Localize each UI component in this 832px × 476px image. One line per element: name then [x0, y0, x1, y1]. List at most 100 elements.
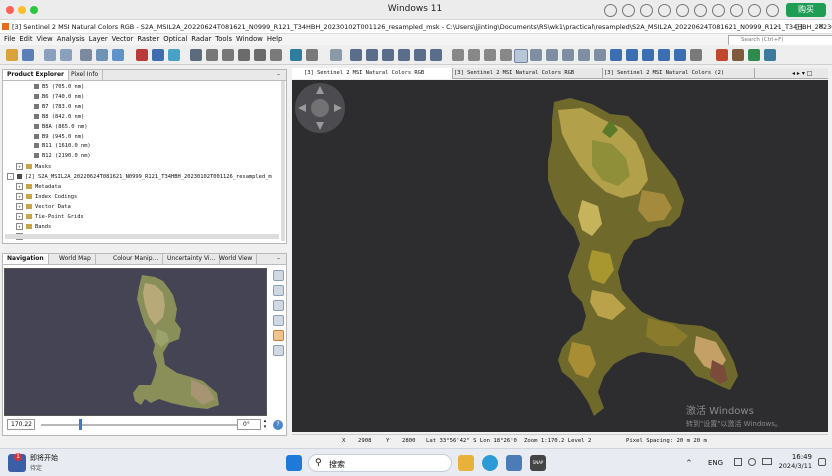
volume-icon[interactable] [748, 458, 756, 466]
tab-world-map[interactable]: World Map [55, 254, 96, 264]
tree-band-item[interactable]: B9 (945.0 nm) [34, 133, 84, 140]
tab-pixel-info[interactable]: Pixel Info [67, 70, 104, 80]
draw-line-icon[interactable] [578, 49, 590, 61]
snap-app-icon[interactable]: SNAP [530, 455, 546, 471]
menu-radar[interactable]: Radar [191, 34, 211, 45]
sync-views-icon[interactable] [748, 49, 760, 61]
rotation-field[interactable]: 0° [237, 419, 261, 430]
zoom-out-icon[interactable] [273, 285, 284, 296]
tree-hscrollbar[interactable] [5, 234, 279, 239]
sync-navigation-icon[interactable] [273, 330, 284, 341]
expand-toggle-icon[interactable]: + [16, 183, 23, 190]
snapshot-icon[interactable] [604, 4, 617, 17]
draw-ellipse-icon[interactable] [626, 49, 638, 61]
tab-image-view-1[interactable]: [3] Sentinel 2 MSI Natural Colors RGB [292, 68, 453, 79]
expand-toggle-icon[interactable]: + [16, 192, 23, 200]
expand-toggle-icon[interactable]: + [16, 222, 23, 230]
battery-icon[interactable] [762, 458, 772, 465]
mask-manager-icon[interactable] [270, 49, 282, 61]
scan-icon[interactable] [748, 4, 761, 17]
zoom-slider-track[interactable] [41, 424, 237, 426]
tree-product-item[interactable]: - [2] S2A_MSIL2A_20220624T081621_N0999_R1… [7, 173, 272, 181]
scatter-plot-icon[interactable] [222, 49, 234, 61]
zoom-pixel-icon[interactable] [273, 300, 284, 311]
draw-polygon-icon[interactable] [642, 49, 654, 61]
tree-folder-item[interactable]: + Vector Data [16, 202, 71, 210]
minimize-dot-icon[interactable] [18, 6, 26, 14]
pin-placing-icon[interactable] [546, 49, 558, 61]
expand-toggle-icon[interactable]: + [16, 163, 23, 171]
insert-vertex-icon[interactable] [658, 49, 670, 61]
windows-start-icon[interactable] [286, 455, 302, 471]
overview-icon[interactable] [732, 49, 744, 61]
tree-band-item[interactable]: B8A (865.0 nm) [34, 123, 87, 130]
star-tool-icon[interactable] [716, 49, 728, 61]
expand-toggle-icon[interactable]: - [7, 173, 14, 181]
world-map-icon[interactable] [290, 49, 302, 61]
maximize-button[interactable]: □ [788, 20, 810, 33]
pan-tool-icon[interactable] [514, 49, 528, 63]
menu-edit[interactable]: Edit [19, 34, 32, 45]
menu-help[interactable]: Help [267, 34, 283, 45]
tree-folder-item[interactable]: + Tie-Point Grids [16, 212, 84, 220]
network-icon[interactable] [734, 458, 742, 466]
menu-file[interactable]: File [4, 34, 15, 45]
pin-tool-icon[interactable] [398, 49, 410, 61]
help-icon[interactable]: ? [273, 420, 283, 430]
select-tool-icon[interactable] [330, 49, 342, 61]
navigation-overview-canvas[interactable] [4, 268, 267, 416]
polyline-tool-icon[interactable] [468, 49, 480, 61]
clock-time[interactable]: 16:49 [784, 453, 812, 461]
tab-world-view[interactable]: World View [215, 254, 258, 264]
time-series-icon[interactable] [152, 49, 164, 61]
zoom-slider-thumb[interactable] [79, 419, 83, 430]
notification-center-icon[interactable] [818, 458, 826, 466]
tree-folder-item[interactable]: + Metadata [16, 183, 61, 190]
menu-view[interactable]: View [37, 34, 53, 45]
tray-chevron-icon[interactable]: ^ [686, 459, 692, 467]
tree-folder-item[interactable]: + Bands [16, 222, 51, 230]
menu-analysis[interactable]: Analysis [57, 34, 85, 45]
menu-raster[interactable]: Raster [137, 34, 159, 45]
menu-tools[interactable]: Tools [215, 34, 232, 45]
graph-icon[interactable] [382, 49, 394, 61]
share-icon[interactable] [676, 4, 689, 17]
gcp-manager-icon[interactable] [112, 49, 124, 61]
draw-polyline-icon[interactable] [594, 49, 606, 61]
open-product-icon[interactable] [6, 49, 18, 61]
tab-scroll-icon[interactable]: ◂ ▸ ▾ □ [792, 68, 812, 79]
zoom-tool-icon[interactable] [530, 49, 542, 61]
band-maths-icon[interactable] [136, 49, 148, 61]
lock-icon[interactable] [730, 4, 743, 17]
vector-tool-icon[interactable] [350, 49, 362, 61]
save-icon[interactable] [22, 49, 34, 61]
tree-band-item[interactable]: B8 (842.0 nm) [34, 113, 84, 120]
menu-window[interactable]: Window [236, 34, 263, 45]
nav-minimize-icon[interactable]: – [277, 254, 280, 264]
undo-icon[interactable] [44, 49, 56, 61]
settings-icon[interactable] [640, 4, 653, 17]
ellipse-tool-icon[interactable] [500, 49, 512, 61]
language-indicator[interactable]: ENG [708, 459, 723, 467]
zoom-factor-field[interactable]: 170.22 [7, 419, 35, 430]
minimize-button[interactable]: – [766, 20, 788, 33]
close-dot-icon[interactable] [6, 6, 14, 14]
tree-folder-item[interactable]: + Index Codings [16, 192, 77, 200]
buy-button[interactable]: 购买 [786, 3, 826, 17]
tree-band-item[interactable]: B12 (2190.0 nm) [34, 153, 91, 159]
camera-icon[interactable] [622, 4, 635, 17]
file-explorer-icon[interactable] [458, 455, 474, 471]
start-widget-text[interactable]: 即将开始 [30, 453, 58, 463]
line-tool-icon[interactable] [452, 49, 464, 61]
zoom-all-icon[interactable] [273, 315, 284, 326]
layer-editor-icon[interactable] [80, 49, 92, 61]
profile-plot-icon[interactable] [238, 49, 250, 61]
sync-cursor-nav-icon[interactable] [273, 345, 284, 356]
draw-rectangle-icon[interactable] [610, 49, 622, 61]
wind-icon[interactable] [306, 49, 318, 61]
gcp-placing-icon[interactable] [562, 49, 574, 61]
magic-wand-icon[interactable] [430, 49, 442, 61]
statistics-icon[interactable] [254, 49, 266, 61]
expand-toggle-icon[interactable]: + [16, 212, 23, 220]
menu-vector[interactable]: Vector [112, 34, 134, 45]
